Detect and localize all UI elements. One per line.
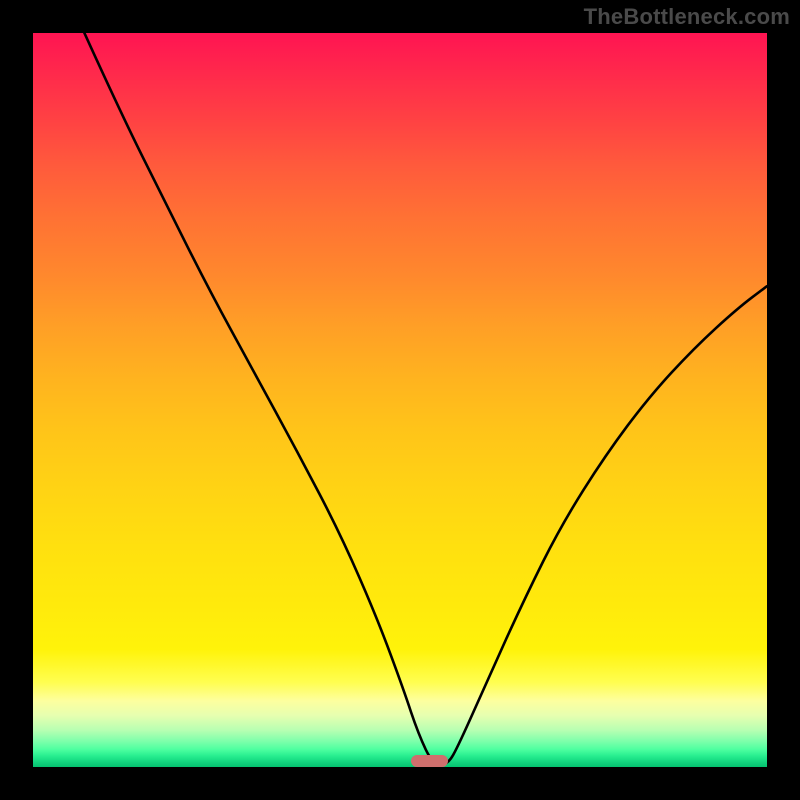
- chart-frame: TheBottleneck.com: [0, 0, 800, 800]
- plot-area: [33, 33, 767, 767]
- optimal-range-marker: [411, 755, 448, 767]
- curve-path: [84, 33, 767, 765]
- bottleneck-curve: [33, 33, 767, 767]
- watermark-text: TheBottleneck.com: [584, 4, 790, 30]
